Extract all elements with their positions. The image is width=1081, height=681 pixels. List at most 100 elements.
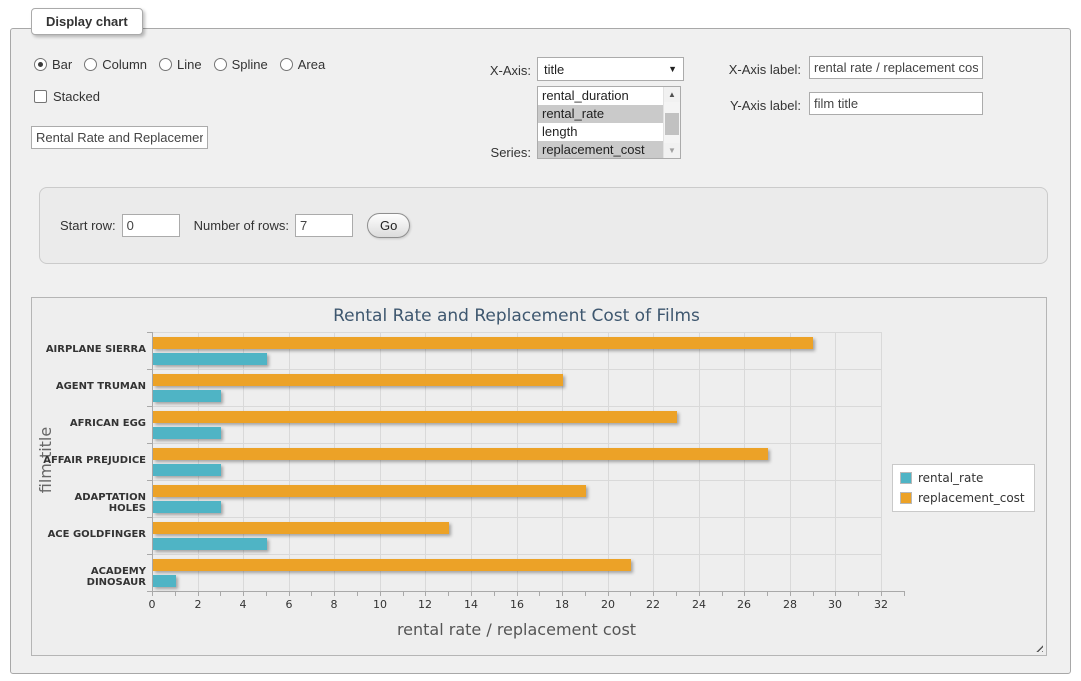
x-axis-tick xyxy=(471,592,472,596)
series-listbox[interactable]: rental_durationrental_ratelengthreplacem… xyxy=(537,86,681,159)
legend-swatch-icon xyxy=(900,492,912,504)
scroll-up-icon[interactable]: ▲ xyxy=(664,87,680,102)
x-tick-label: 2 xyxy=(183,598,213,611)
bar-rental_rate[interactable] xyxy=(153,427,221,439)
start-row-label: Start row: xyxy=(60,218,116,233)
x-axis-tick xyxy=(585,592,586,596)
series-option-replacement_cost[interactable]: replacement_cost xyxy=(538,141,663,159)
x-tick-label: 24 xyxy=(684,598,714,611)
bar-rental_rate[interactable] xyxy=(153,353,267,365)
bar-rental_rate[interactable] xyxy=(153,390,221,402)
scrollbar-thumb[interactable] xyxy=(665,113,679,135)
x-axis-tick xyxy=(357,592,358,596)
x-axis-tick xyxy=(767,592,768,596)
x-axis-tick xyxy=(198,592,199,596)
radio-option-spline[interactable]: Spline xyxy=(214,57,268,72)
category-label: ADAPTATION HOLES xyxy=(36,492,146,514)
resize-grip-icon[interactable] xyxy=(1034,643,1043,652)
bar-replacement_cost[interactable] xyxy=(153,559,631,571)
x-axis-select[interactable]: title ▼ xyxy=(537,57,684,81)
bar-replacement_cost[interactable] xyxy=(153,522,449,534)
y-axis-label-input[interactable] xyxy=(809,92,983,115)
bar-replacement_cost[interactable] xyxy=(153,485,586,497)
gridline xyxy=(653,332,654,591)
x-tick-label: 6 xyxy=(274,598,304,611)
x-axis-tick xyxy=(744,592,745,596)
dropdown-arrow-icon: ▼ xyxy=(668,64,677,74)
radio-option-bar[interactable]: Bar xyxy=(34,57,72,72)
legend-label: rental_rate xyxy=(918,471,983,485)
listbox-scrollbar[interactable]: ▲ ▼ xyxy=(663,87,680,158)
x-axis-tick xyxy=(152,592,153,596)
series-options: rental_durationrental_ratelengthreplacem… xyxy=(538,87,663,158)
gridline xyxy=(380,332,381,591)
radio-label-line: Line xyxy=(177,57,202,72)
x-axis-tick xyxy=(380,592,381,596)
bar-replacement_cost[interactable] xyxy=(153,448,768,460)
x-axis-select-label: X-Axis: xyxy=(441,63,531,78)
bar-replacement_cost[interactable] xyxy=(153,411,677,423)
x-tick-label: 22 xyxy=(638,598,668,611)
legend-item-replacement_cost[interactable]: replacement_cost xyxy=(900,491,1025,505)
x-axis-tick xyxy=(266,592,267,596)
radio-option-line[interactable]: Line xyxy=(159,57,202,72)
x-axis-tick xyxy=(289,592,290,596)
go-button[interactable]: Go xyxy=(367,213,410,238)
x-axis-selected-value: title xyxy=(544,62,564,77)
radio-option-column[interactable]: Column xyxy=(84,57,147,72)
chart-title-input[interactable] xyxy=(31,126,208,149)
legend-item-rental_rate[interactable]: rental_rate xyxy=(900,471,1025,485)
page: { "panel": { "legend": "Display chart" }… xyxy=(0,0,1081,681)
category-label: AIRPLANE SIERRA xyxy=(36,344,146,355)
gridline xyxy=(334,332,335,591)
x-axis-tick xyxy=(562,592,563,596)
x-axis-tick xyxy=(425,592,426,596)
bar-rental_rate[interactable] xyxy=(153,464,221,476)
x-axis-tick xyxy=(813,592,814,596)
bar-rental_rate[interactable] xyxy=(153,575,176,587)
series-option-length[interactable]: length xyxy=(538,123,663,141)
radio-option-area[interactable]: Area xyxy=(280,57,325,72)
plot-area: 02468101214161820222426283032AIRPLANE SI… xyxy=(152,332,881,591)
radio-label-bar: Bar xyxy=(52,57,72,72)
stacked-checkbox-row: Stacked xyxy=(34,89,100,104)
number-of-rows-input[interactable] xyxy=(295,214,353,237)
x-tick-label: 8 xyxy=(319,598,349,611)
x-tick-label: 12 xyxy=(410,598,440,611)
bar-rental_rate[interactable] xyxy=(153,501,221,513)
gridline xyxy=(790,332,791,591)
gridline xyxy=(744,332,745,591)
series-option-rental_duration[interactable]: rental_duration xyxy=(538,87,663,105)
x-tick-label: 32 xyxy=(866,598,896,611)
series-option-rental_rate[interactable]: rental_rate xyxy=(538,105,663,123)
scroll-down-icon[interactable]: ▼ xyxy=(664,143,680,158)
stacked-checkbox[interactable] xyxy=(34,90,47,103)
radio-icon-column xyxy=(84,58,97,71)
gridline xyxy=(835,332,836,591)
gridline xyxy=(471,332,472,591)
start-row-input[interactable] xyxy=(122,214,180,237)
bar-replacement_cost[interactable] xyxy=(153,374,563,386)
chart-type-radios: Bar Column Line Spline Area xyxy=(34,57,325,72)
x-tick-label: 14 xyxy=(456,598,486,611)
x-axis-tick xyxy=(699,592,700,596)
x-axis-label-input[interactable] xyxy=(809,56,983,79)
x-axis-tick xyxy=(243,592,244,596)
x-tick-label: 10 xyxy=(365,598,395,611)
number-of-rows-label: Number of rows: xyxy=(194,218,289,233)
x-axis-tick xyxy=(630,592,631,596)
gridline xyxy=(881,332,882,591)
radio-icon-area xyxy=(280,58,293,71)
category-label: AFRICAN EGG xyxy=(36,418,146,429)
x-axis-tick xyxy=(403,592,404,596)
bar-rental_rate[interactable] xyxy=(153,538,267,550)
x-axis-tick xyxy=(722,592,723,596)
x-tick-label: 0 xyxy=(137,598,167,611)
bar-replacement_cost[interactable] xyxy=(153,337,813,349)
category-label: AGENT TRUMAN xyxy=(36,381,146,392)
x-tick-label: 4 xyxy=(228,598,258,611)
gridline xyxy=(289,332,290,591)
radio-icon-line xyxy=(159,58,172,71)
category-label: AFFAIR PREJUDICE xyxy=(36,455,146,466)
radio-label-column: Column xyxy=(102,57,147,72)
